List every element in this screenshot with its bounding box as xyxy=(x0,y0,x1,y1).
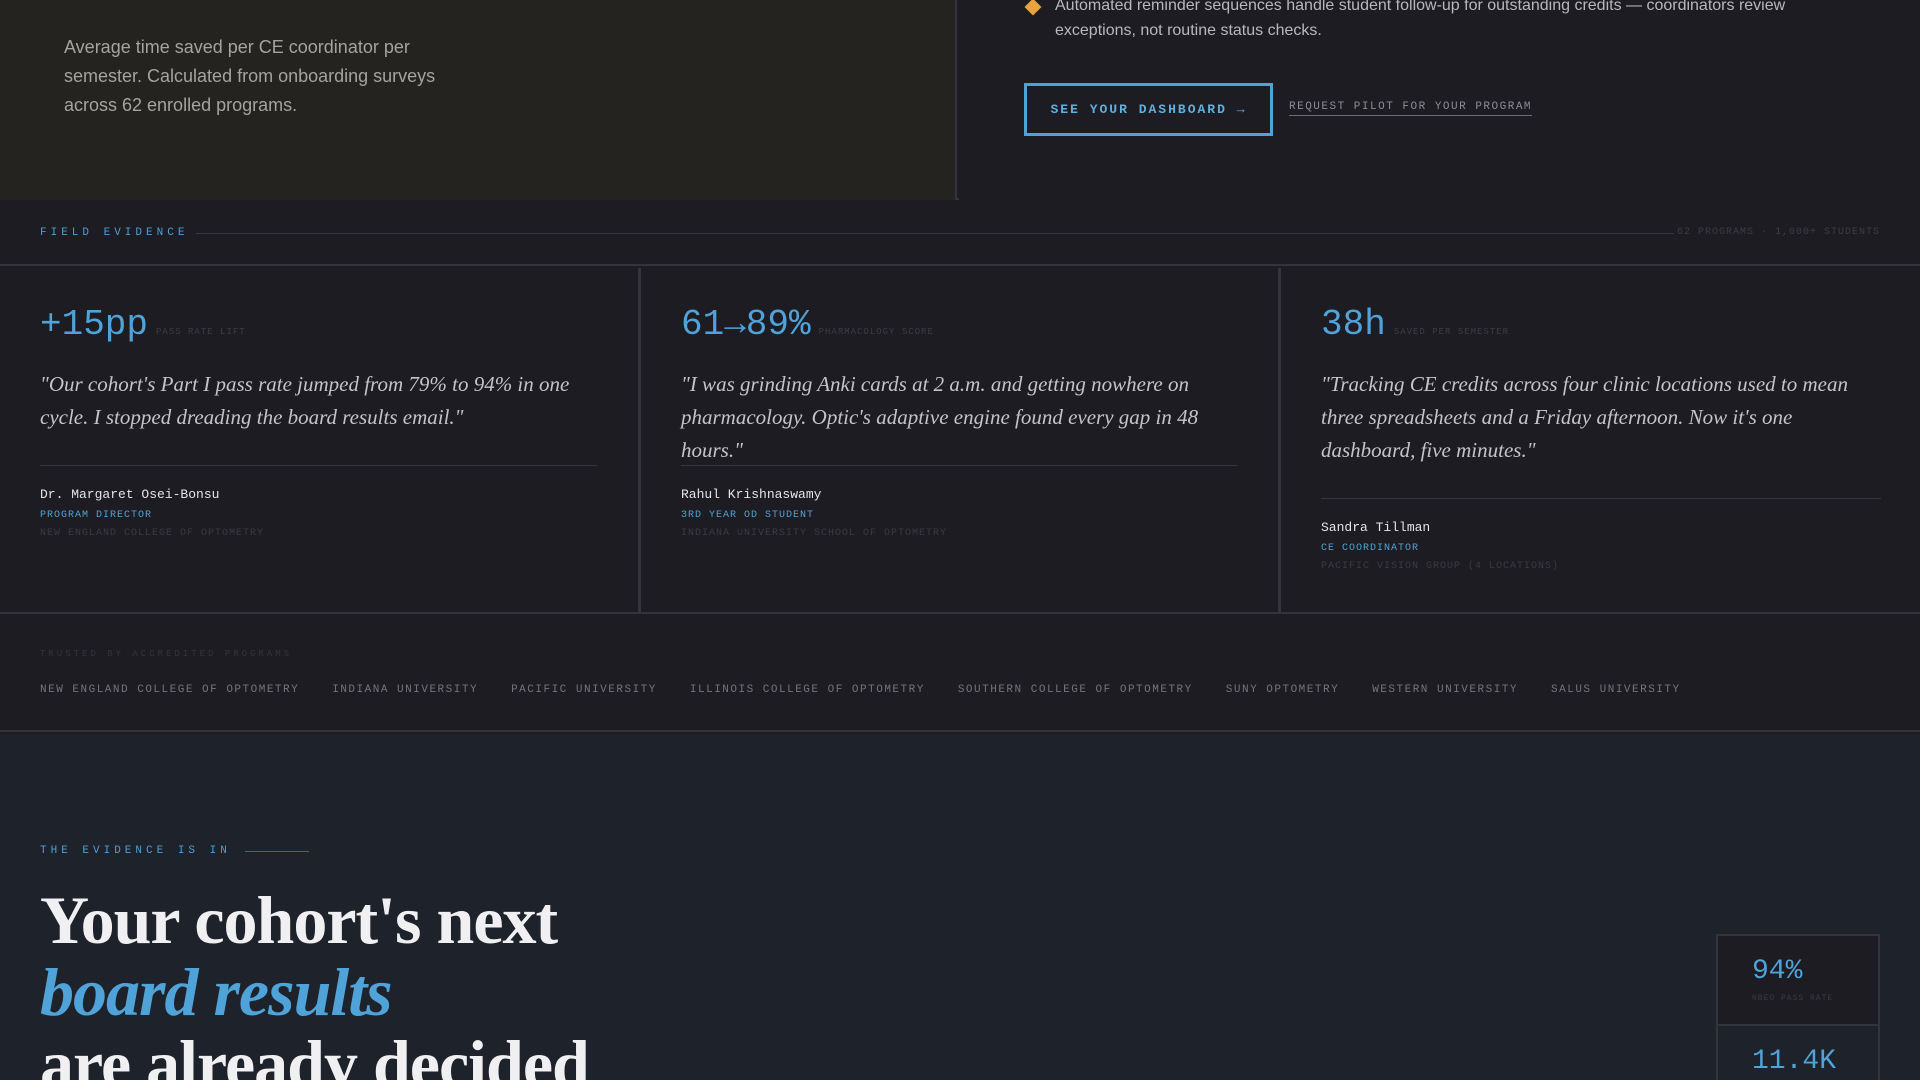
field-evidence-header: FIELD EVIDENCE 62 PROGRAMS · 1,000+ STUD… xyxy=(0,202,1920,266)
trusted-program: PACIFIC UNIVERSITY xyxy=(511,684,657,696)
testimonial-divider xyxy=(681,465,1238,466)
time-saved-description: Average time saved per CE coordinator pe… xyxy=(64,37,436,115)
stat-boxes: 94% NBEO PASS RATE 11.4K xyxy=(1716,934,1880,1080)
testimonial-card: 61→89% PHARMACOLOGY SCORE "I was grindin… xyxy=(638,268,1278,612)
author-name: Rahul Krishnaswamy xyxy=(681,487,822,502)
trusted-program: NEW ENGLAND COLLEGE OF OPTOMETRY xyxy=(40,684,300,696)
trusted-program: ILLINOIS COLLEGE OF OPTOMETRY xyxy=(689,684,925,696)
stat-box-value: 11.4K xyxy=(1752,1046,1837,1077)
testimonial-divider xyxy=(1321,498,1881,499)
author-role: CE COORDINATOR xyxy=(1321,543,1420,554)
trusted-program: SALUS UNIVERSITY xyxy=(1551,684,1681,696)
author-role: 3RD YEAR OD STUDENT xyxy=(681,510,815,521)
author-role: PROGRAM DIRECTOR xyxy=(40,510,153,521)
testimonial-quote: "I was grinding Anki cards at 2 a.m. and… xyxy=(681,372,1199,462)
trusted-program: WESTERN UNIVERSITY xyxy=(1372,684,1519,696)
headline-line: Your cohort's next xyxy=(40,882,558,958)
author-organization: NEW ENGLAND COLLEGE OF OPTOMETRY xyxy=(40,528,265,539)
see-dashboard-button[interactable]: SEE YOUR DASHBOARD → xyxy=(1024,83,1273,136)
headline-accent: board results xyxy=(40,954,393,1030)
time-saved-panel: Average time saved per CE coordinator pe… xyxy=(0,0,957,200)
trusted-programs: TRUSTED BY ACCREDITED PROGRAMS NEW ENGLA… xyxy=(0,616,1920,732)
stat-box: 11.4K xyxy=(1716,1026,1880,1080)
testimonial-author: Sandra Tillman CE COORDINATOR PACIFIC VI… xyxy=(1321,520,1559,572)
testimonial-card: 38h SAVED PER SEMESTER "Tracking CE cred… xyxy=(1278,268,1920,612)
evidence-label-rule xyxy=(244,850,309,852)
stat-box: 94% NBEO PASS RATE xyxy=(1716,934,1880,1026)
evidence-headline: Your cohort's next board results are alr… xyxy=(40,882,590,1080)
stat-value: +15pp xyxy=(40,304,149,345)
author-organization: PACIFIC VISION GROUP (4 LOCATIONS) xyxy=(1321,561,1560,572)
stat-label: SAVED PER SEMESTER xyxy=(1393,327,1510,337)
testimonial-stat: 38h SAVED PER SEMESTER xyxy=(1321,304,1509,345)
trusted-program: SUNY OPTOMETRY xyxy=(1225,684,1340,696)
testimonial-quote: "Tracking CE credits across four clinic … xyxy=(1321,372,1848,462)
field-evidence-rule xyxy=(196,233,1674,234)
author-organization: INDIANA UNIVERSITY SCHOOL OF OPTOMETRY xyxy=(681,528,948,539)
evidence-label: THE EVIDENCE IS IN xyxy=(40,845,231,857)
evidence-section: THE EVIDENCE IS IN Your cohort's next bo… xyxy=(0,734,1920,1080)
testimonial-card: +15pp PASS RATE LIFT "Our cohort's Part … xyxy=(0,268,638,612)
testimonial-author: Rahul Krishnaswamy 3RD YEAR OD STUDENT I… xyxy=(681,487,947,539)
testimonial-quote: "Our cohort's Part I pass rate jumped fr… xyxy=(40,372,570,429)
testimonial-stat: +15pp PASS RATE LIFT xyxy=(40,304,246,345)
testimonial-divider xyxy=(40,465,597,466)
stat-value: 38h xyxy=(1321,304,1386,345)
stat-box-label: NBEO PASS RATE xyxy=(1752,994,1834,1003)
trusted-label: TRUSTED BY ACCREDITED PROGRAMS xyxy=(40,649,293,659)
headline-line: are already decided xyxy=(40,1026,590,1080)
testimonial-author: Dr. Margaret Osei-Bonsu PROGRAM DIRECTOR… xyxy=(40,487,264,539)
testimonial-stat: 61→89% PHARMACOLOGY SCORE xyxy=(681,304,934,345)
trusted-list: NEW ENGLAND COLLEGE OF OPTOMETRY INDIANA… xyxy=(40,684,1681,696)
stat-label: PASS RATE LIFT xyxy=(156,327,246,337)
trusted-program: SOUTHERN COLLEGE OF OPTOMETRY xyxy=(957,684,1193,696)
stat-label: PHARMACOLOGY SCORE xyxy=(818,327,934,337)
trusted-program: INDIANA UNIVERSITY xyxy=(332,684,479,696)
stat-box-value: 94% xyxy=(1752,956,1803,987)
feature-bullet-text: Automated reminder sequences handle stud… xyxy=(1055,0,1786,39)
top-section: Average time saved per CE coordinator pe… xyxy=(0,0,1920,200)
stat-value: 61→89% xyxy=(681,304,811,345)
testimonials: +15pp PASS RATE LIFT "Our cohort's Part … xyxy=(0,268,1920,614)
request-pilot-link[interactable]: REQUEST PILOT FOR YOUR PROGRAM xyxy=(1289,101,1533,116)
field-evidence-meta: 62 PROGRAMS · 1,000+ STUDENTS xyxy=(1676,227,1880,238)
field-evidence-label: FIELD EVIDENCE xyxy=(40,227,189,239)
author-name: Sandra Tillman xyxy=(1321,520,1431,535)
author-name: Dr. Margaret Osei-Bonsu xyxy=(40,487,220,502)
evidence-eyebrow: THE EVIDENCE IS IN xyxy=(40,845,309,857)
